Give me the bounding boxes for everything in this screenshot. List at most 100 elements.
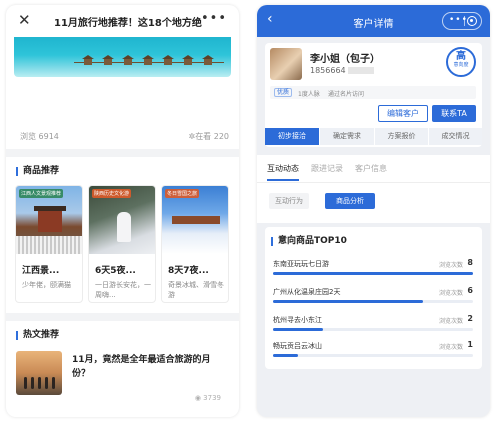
top10-item-name: 杭州寻去小东江: [273, 316, 322, 324]
hot-section-heading: 热文推荐: [16, 331, 59, 340]
subtab-behavior[interactable]: 互动行为: [269, 193, 309, 209]
customer-profile-card: 李小姐（包子） 1856664 高 意向度 优质 1度人脉 通过名片访问 编辑客…: [265, 43, 482, 147]
sales-stage-bar: 初步接洽 确定需求 方案报价 成交情况: [265, 128, 482, 145]
close-target-icon[interactable]: [467, 16, 477, 26]
article-watching[interactable]: ✲在看 220: [188, 131, 229, 142]
top10-item-name: 东南亚玩玩七日游: [273, 260, 329, 268]
intent-level-sub: 意向度: [453, 62, 469, 68]
hot-article-image[interactable]: [16, 351, 62, 395]
subtab-product-analysis[interactable]: 商品分析: [325, 193, 375, 209]
hut-icon: [162, 55, 174, 65]
avatar: [270, 48, 302, 80]
view-bar-track: [273, 354, 473, 357]
view-bar-track: [273, 328, 473, 331]
person-silhouette: [45, 377, 48, 389]
product-name: 8天7夜...: [168, 266, 209, 276]
person-silhouette: [24, 377, 27, 389]
hut-icon: [182, 55, 194, 65]
person-silhouette: [38, 377, 41, 389]
phone-digits: 1856664: [310, 66, 346, 75]
view-count: 6: [467, 286, 473, 295]
view-count: 2: [467, 314, 473, 323]
view-count-label: 浏览次数: [438, 290, 463, 297]
pavilion-shape: [38, 210, 62, 232]
product-desc: 奇景冰城、滑雪冬游: [168, 281, 224, 299]
visit-source: 通过名片访问: [328, 91, 365, 98]
mini-program-capsule[interactable]: •••: [442, 12, 482, 30]
article-banner-image: [14, 37, 231, 77]
article-title: 11月旅行地推荐！这18个地方绝: [54, 18, 202, 29]
article-phone: ✕ 11月旅行地推荐！这18个地方绝 ••• 浏览 6914 ✲在看 220 商…: [6, 5, 239, 417]
customer-detail-phone: ‹ 客户详情 ••• 李小姐（包子） 1856664 高 意向度 优质 1度人脉…: [257, 5, 490, 417]
stage-item[interactable]: 方案报价: [375, 128, 428, 145]
hut-icon: [122, 55, 134, 65]
product-desc: 少年佬，颐满猫: [22, 281, 71, 289]
screenshot-stage: ✕ 11月旅行地推荐！这18个地方绝 ••• 浏览 6914 ✲在看 220 商…: [0, 0, 496, 424]
article-card: 浏览 6914 ✲在看 220: [6, 37, 239, 149]
quality-tag: 优质: [274, 88, 293, 97]
tab-interaction[interactable]: 互动动态: [267, 163, 299, 174]
capsule-divider: [464, 16, 465, 26]
relation-degree: 1度人脉: [298, 91, 320, 98]
close-icon[interactable]: ✕: [18, 11, 31, 29]
tab-customer-info[interactable]: 客户信息: [355, 163, 387, 174]
stage-item[interactable]: 成交情况: [429, 128, 482, 145]
stage-item[interactable]: 初步接洽: [265, 128, 319, 145]
eye-icon: ◉: [194, 394, 201, 402]
view-count: 1: [467, 340, 473, 349]
top10-item[interactable]: 广州从化温泉庄园2天 浏览次数 6: [273, 286, 473, 313]
top10-item[interactable]: 东南亚玩玩七日游 浏览次数 8: [273, 258, 473, 285]
customer-name: 李小姐（包子）: [310, 54, 380, 65]
stage-item[interactable]: 确定需求: [320, 128, 374, 145]
view-count: 8: [467, 258, 473, 267]
hot-views-count: 3739: [203, 394, 221, 402]
customer-phone: 1856664: [310, 66, 374, 75]
more-icon[interactable]: •••: [201, 11, 227, 26]
hot-article-section: 热文推荐 11月，竟然是全年最适合旅游的月份？ ◉ 3739: [6, 321, 239, 417]
top10-heading: 意向商品TOP10: [271, 237, 347, 246]
product-section-heading: 商品推荐: [16, 167, 59, 176]
person-silhouette: [52, 377, 55, 389]
view-bar-track: [273, 272, 473, 275]
product-card[interactable]: 陕西历史文化游 6天5夜... 一日游长安花，一周嗨...: [88, 185, 156, 303]
bridge-shape: [172, 216, 220, 224]
top10-item[interactable]: 杭州寻去小东江 浏览次数 2: [273, 314, 473, 341]
contact-button[interactable]: 联系TA: [432, 105, 476, 122]
intent-level: 高: [456, 51, 466, 62]
top10-item-name: 畅玩贡吕云冰山: [273, 342, 322, 350]
active-tab-indicator: [267, 179, 299, 181]
customer-info-row: 优质 1度人脉 通过名片访问: [270, 86, 476, 99]
view-bar-fill: [273, 272, 473, 275]
tab-follow-up[interactable]: 跟进记录: [311, 163, 343, 174]
hot-article-title[interactable]: 11月，竟然是全年最适合旅游的月份？: [72, 353, 222, 381]
product-recommend-section: 商品推荐 江西人文景观推荐 江西景... 少年佬，颐满猫 陕西历史文化游 6天5…: [6, 157, 239, 313]
watching-label: 在看 220: [195, 132, 229, 141]
person-silhouette: [31, 377, 34, 389]
intent-level-badge: 高 意向度: [446, 47, 476, 77]
top10-item-name: 广州从化温泉庄园2天: [273, 288, 341, 296]
product-card[interactable]: 冬日雪国之旅 8天7夜... 奇景冰城、滑雪冬游: [161, 185, 229, 303]
pavilion-roof: [34, 206, 66, 211]
hut-icon: [202, 55, 214, 65]
product-name: 6天5夜...: [95, 266, 136, 276]
hut-icon: [142, 55, 154, 65]
hut-icon: [82, 55, 94, 65]
product-name: 江西景...: [22, 266, 60, 276]
more-icon[interactable]: •••: [449, 15, 468, 25]
product-desc: 一日游长安花，一周嗨...: [95, 281, 151, 299]
product-tag: 陕西历史文化游: [92, 189, 132, 198]
figure-shape: [117, 212, 131, 242]
view-bar-fill: [273, 354, 298, 357]
view-bar-fill: [273, 328, 323, 331]
interaction-tabs-card: 互动动态 跟进记录 客户信息 互动行为 商品分析: [257, 155, 490, 223]
edit-customer-button[interactable]: 编辑客户: [378, 105, 428, 122]
product-card[interactable]: 江西人文景观推荐 江西景... 少年佬，颐满猫: [15, 185, 83, 303]
product-tag: 江西人文景观推荐: [19, 189, 64, 198]
crowd-shape: [16, 236, 82, 254]
hot-article-views: ◉ 3739: [195, 394, 221, 402]
top10-item[interactable]: 畅玩贡吕云冰山 浏览次数 1: [273, 340, 473, 367]
article-views: 浏览 6914: [20, 132, 59, 141]
customer-nav-bar: ‹ 客户详情 •••: [257, 5, 490, 37]
view-count-label: 浏览次数: [438, 344, 463, 351]
article-nav-bar: ✕ 11月旅行地推荐！这18个地方绝 •••: [6, 5, 239, 37]
